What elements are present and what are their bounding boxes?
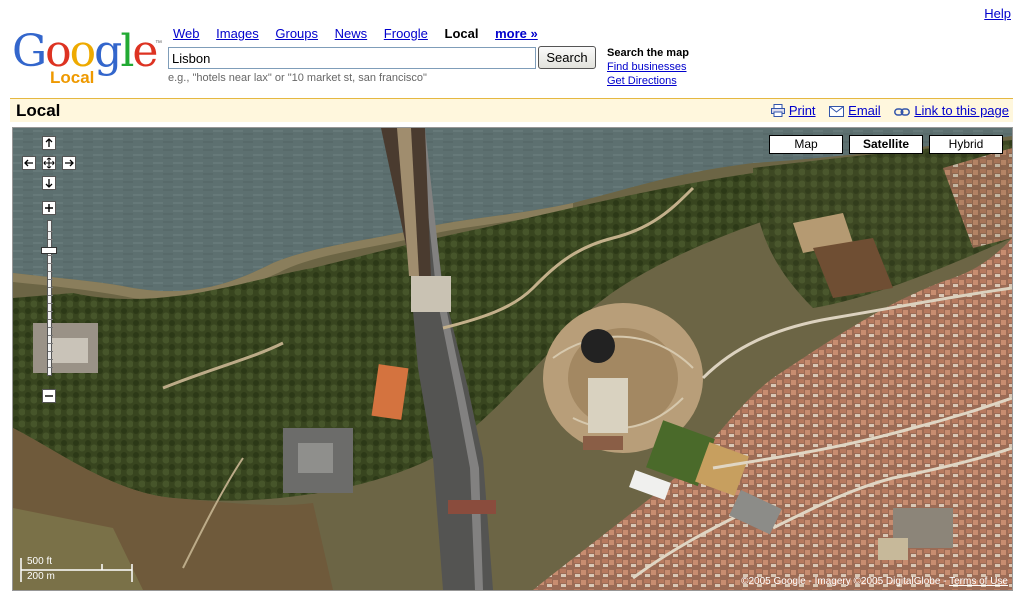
search-example: e.g., "hotels near lax" or "10 market st… — [168, 72, 427, 84]
copyright-text: ©2005 Google - Imagery ©2005 DigitalGlob… — [741, 576, 950, 587]
print-action[interactable]: Print — [770, 103, 819, 118]
email-link[interactable]: Email — [848, 103, 881, 118]
tab-web[interactable]: Web — [173, 26, 200, 41]
chain-link-icon — [894, 108, 911, 116]
logo-sub: Local — [50, 68, 95, 87]
help-link[interactable]: Help — [984, 6, 1011, 21]
pan-up-icon — [45, 138, 53, 147]
page-title: Local — [16, 101, 61, 120]
search-map-title: Search the map — [607, 47, 689, 59]
map-view[interactable]: Map Satellite Hybrid 500 ft 200 m ©2005 … — [12, 127, 1013, 591]
zoom-slider-track[interactable] — [47, 220, 53, 376]
tab-images[interactable]: Images — [216, 26, 259, 41]
scale-feet: 500 ft — [27, 556, 53, 567]
map-type-satellite[interactable]: Satellite — [849, 135, 923, 154]
printer-icon — [770, 104, 785, 117]
scale-meters: 200 m — [27, 571, 55, 582]
map-type-hybrid[interactable]: Hybrid — [929, 135, 1003, 154]
link-to-page[interactable]: Link to this page — [914, 103, 1009, 118]
tab-froogle[interactable]: Froogle — [384, 26, 428, 41]
satellite-imagery — [13, 128, 1012, 590]
pan-up-button[interactable] — [42, 136, 56, 150]
pan-down-icon — [45, 179, 53, 188]
find-businesses-link[interactable]: Find businesses — [607, 61, 687, 73]
pan-center-icon — [43, 157, 55, 169]
pan-right-icon — [65, 159, 74, 167]
pan-down-button[interactable] — [42, 176, 56, 190]
email-action[interactable]: Email — [829, 103, 884, 118]
zoom-out-icon — [45, 395, 53, 397]
pan-left-button[interactable] — [22, 156, 36, 170]
get-directions-link[interactable]: Get Directions — [607, 75, 677, 87]
local-bar: Local Print Email Link to this page — [10, 98, 1013, 122]
page-actions: Print Email Link to this page — [761, 103, 1009, 118]
map-type-map[interactable]: Map — [769, 135, 843, 154]
tab-groups[interactable]: Groups — [275, 26, 318, 41]
print-link[interactable]: Print — [789, 103, 816, 118]
google-local-logo[interactable]: Google ™ Local — [12, 26, 162, 90]
map-copyright: ©2005 Google - Imagery ©2005 DigitalGlob… — [741, 576, 1008, 587]
search-tabs: Web Images Groups News Froogle Local mor… — [173, 26, 551, 41]
tab-more[interactable]: more » — [495, 26, 538, 41]
logo-tm: ™ — [155, 40, 162, 47]
pan-left-icon — [24, 159, 33, 167]
zoom-in-button[interactable] — [42, 201, 56, 215]
email-icon — [829, 106, 845, 117]
search-button[interactable]: Search — [538, 46, 596, 69]
pan-center-button[interactable] — [42, 156, 56, 170]
map-scale: 500 ft 200 m — [20, 556, 140, 584]
search-map-box: Search the map Find businesses Get Direc… — [607, 46, 689, 88]
link-action[interactable]: Link to this page — [894, 103, 1009, 118]
pan-right-button[interactable] — [62, 156, 76, 170]
zoom-out-button[interactable] — [42, 389, 56, 403]
tab-news[interactable]: News — [335, 26, 368, 41]
tab-local: Local — [444, 26, 479, 41]
terms-of-use-link[interactable]: Terms of Use — [949, 576, 1008, 587]
zoom-in-icon — [45, 204, 53, 212]
zoom-slider-thumb[interactable] — [41, 247, 57, 254]
search-input[interactable] — [168, 47, 536, 69]
